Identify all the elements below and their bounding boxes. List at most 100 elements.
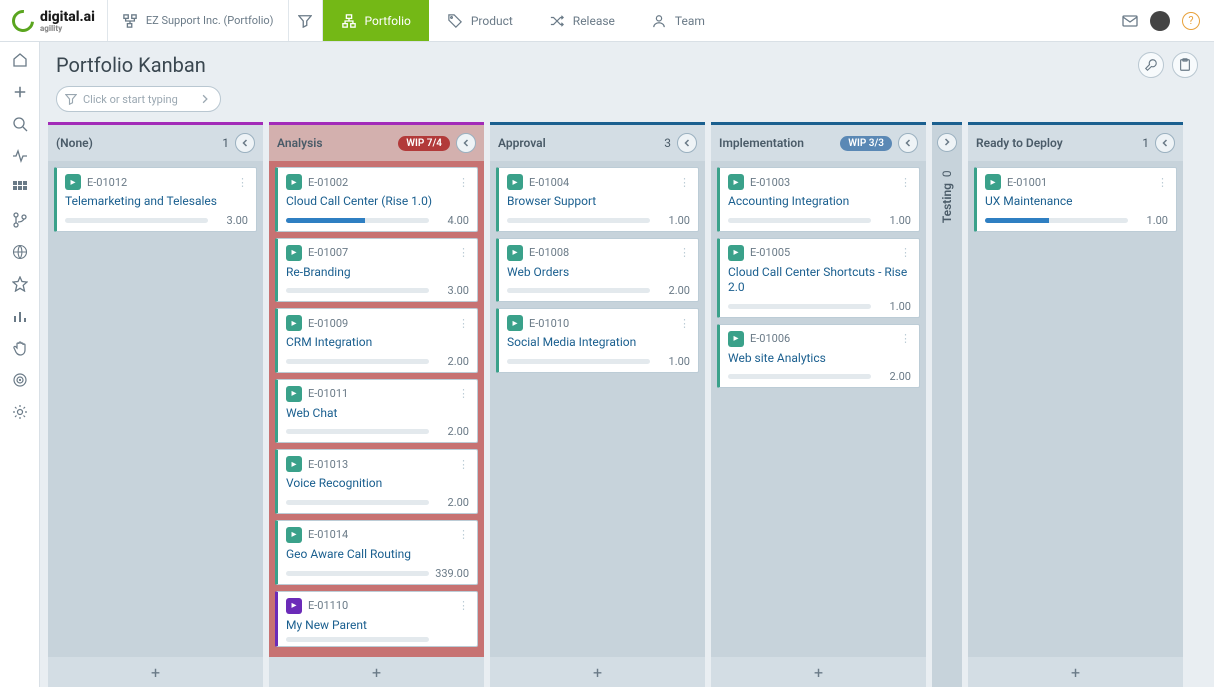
search-icon[interactable] — [12, 116, 28, 132]
card-menu-icon[interactable]: ⋮ — [679, 246, 690, 259]
card-title[interactable]: Social Media Integration — [507, 335, 690, 351]
left-rail — [0, 42, 40, 687]
card-title[interactable]: Voice Recognition — [286, 476, 469, 492]
plus-icon[interactable] — [12, 84, 28, 100]
branch-icon[interactable] — [12, 212, 28, 228]
nav-item-product[interactable]: Product — [429, 0, 531, 41]
card-title[interactable]: Cloud Call Center Shortcuts - Rise 2.0 — [728, 265, 911, 296]
collapse-button[interactable] — [677, 133, 697, 153]
collapse-button[interactable] — [1155, 133, 1175, 153]
kanban-card[interactable]: ▸E-01008⋮Web Orders2.00 — [496, 238, 699, 303]
card-title[interactable]: Accounting Integration — [728, 194, 911, 210]
mail-icon[interactable] — [1122, 13, 1138, 29]
star-icon[interactable] — [12, 276, 28, 292]
card-type-icon: ▸ — [286, 527, 302, 543]
card-title[interactable]: CRM Integration — [286, 335, 469, 351]
expand-button[interactable] — [937, 133, 957, 152]
card-title[interactable]: Cloud Call Center (Rise 1.0) — [286, 194, 469, 210]
wrench-button[interactable] — [1138, 52, 1164, 78]
card-menu-icon[interactable]: ⋮ — [900, 176, 911, 189]
kanban-card[interactable]: ▸E-01006⋮Web site Analytics2.00 — [717, 324, 920, 389]
kanban-card[interactable]: ▸E-01012⋮Telemarketing and Telesales3.00 — [54, 167, 257, 232]
hand-icon[interactable] — [12, 340, 28, 356]
progress-bar — [507, 288, 650, 293]
add-card-button[interactable]: + — [711, 657, 926, 687]
card-menu-icon[interactable]: ⋮ — [900, 246, 911, 259]
avatar[interactable] — [1150, 11, 1170, 31]
card-menu-icon[interactable]: ⋮ — [458, 176, 469, 189]
nav-item-team[interactable]: Team — [633, 0, 723, 41]
card-menu-icon[interactable]: ⋮ — [679, 317, 690, 330]
column-title: Analysis — [277, 136, 323, 150]
progress-bar — [728, 304, 871, 309]
card-score: 1.00 — [656, 214, 690, 227]
kanban-card[interactable]: ▸E-01007⋮Re-Branding3.00 — [275, 238, 478, 303]
gear-icon[interactable] — [12, 404, 28, 420]
card-title[interactable]: Web Orders — [507, 265, 690, 281]
card-title[interactable]: My New Parent — [286, 618, 469, 634]
card-menu-icon[interactable]: ⋮ — [458, 599, 469, 612]
collapse-button[interactable] — [456, 133, 476, 153]
globe-icon[interactable] — [12, 244, 28, 260]
kanban-card[interactable]: ▸E-01110⋮My New Parent — [275, 591, 478, 648]
grid-icon[interactable] — [12, 180, 28, 196]
card-score: 2.00 — [877, 370, 911, 383]
card-menu-icon[interactable]: ⋮ — [679, 176, 690, 189]
kanban-card[interactable]: ▸E-01002⋮Cloud Call Center (Rise 1.0)4.0… — [275, 167, 478, 232]
kanban-card[interactable]: ▸E-01003⋮Accounting Integration1.00 — [717, 167, 920, 232]
card-menu-icon[interactable]: ⋮ — [1157, 176, 1168, 189]
nav-item-portfolio[interactable]: Portfolio — [323, 0, 429, 41]
brand-logo[interactable]: digital.ai agility — [0, 9, 107, 33]
collapse-button[interactable] — [898, 133, 918, 153]
card-menu-icon[interactable]: ⋮ — [458, 387, 469, 400]
nav-item-release[interactable]: Release — [531, 0, 633, 41]
column-header: Approval3 — [490, 125, 705, 161]
breadcrumb-filter-button[interactable] — [289, 0, 323, 41]
kanban-card[interactable]: ▸E-01013⋮Voice Recognition2.00 — [275, 449, 478, 514]
card-menu-icon[interactable]: ⋮ — [237, 176, 248, 189]
filter-bar: Click or start typing — [40, 86, 1214, 122]
kanban-card[interactable]: ▸E-01010⋮Social Media Integration1.00 — [496, 308, 699, 373]
card-menu-icon[interactable]: ⋮ — [458, 458, 469, 471]
card-title[interactable]: Web site Analytics — [728, 351, 911, 367]
kanban-card[interactable]: ▸E-01001⋮UX Maintenance1.00 — [974, 167, 1177, 232]
home-icon[interactable] — [12, 52, 28, 68]
add-card-button[interactable]: + — [269, 657, 484, 687]
add-card-button[interactable]: + — [48, 657, 263, 687]
clipboard-button[interactable] — [1172, 52, 1198, 78]
card-score: 2.00 — [435, 425, 469, 438]
target-icon[interactable] — [12, 372, 28, 388]
hierarchy-icon — [341, 13, 357, 29]
kanban-card[interactable]: ▸E-01011⋮Web Chat2.00 — [275, 379, 478, 444]
pulse-icon[interactable] — [12, 148, 28, 164]
progress-bar — [65, 218, 208, 223]
card-id: E-01110 — [308, 599, 348, 612]
collapse-button[interactable] — [235, 133, 255, 153]
card-title[interactable]: Web Chat — [286, 406, 469, 422]
column: (None)1▸E-01012⋮Telemarketing and Telesa… — [48, 122, 263, 687]
add-card-button[interactable]: + — [490, 657, 705, 687]
topbar-right: ? — [1122, 11, 1214, 31]
card-menu-icon[interactable]: ⋮ — [458, 528, 469, 541]
breadcrumb[interactable]: EZ Support Inc. (Portfolio) — [107, 0, 289, 41]
card-title[interactable]: Telemarketing and Telesales — [65, 194, 248, 210]
progress-bar — [507, 359, 650, 364]
kanban-card[interactable]: ▸E-01009⋮CRM Integration2.00 — [275, 308, 478, 373]
kanban-card[interactable]: ▸E-01004⋮Browser Support1.00 — [496, 167, 699, 232]
card-title[interactable]: UX Maintenance — [985, 194, 1168, 210]
card-title[interactable]: Geo Aware Call Routing — [286, 547, 469, 563]
column-count: 1 — [1142, 136, 1149, 150]
card-type-icon: ▸ — [507, 174, 523, 190]
add-card-button[interactable]: + — [968, 657, 1183, 687]
card-menu-icon[interactable]: ⋮ — [458, 246, 469, 259]
help-icon[interactable]: ? — [1182, 12, 1200, 30]
card-title[interactable]: Re-Branding — [286, 265, 469, 281]
bars-icon[interactable] — [12, 308, 28, 324]
kanban-card[interactable]: ▸E-01014⋮Geo Aware Call Routing339.00 — [275, 520, 478, 585]
kanban-card[interactable]: ▸E-01005⋮Cloud Call Center Shortcuts - R… — [717, 238, 920, 318]
card-type-icon: ▸ — [286, 315, 302, 331]
card-menu-icon[interactable]: ⋮ — [900, 332, 911, 345]
filter-input[interactable]: Click or start typing — [56, 86, 221, 112]
card-menu-icon[interactable]: ⋮ — [458, 317, 469, 330]
card-title[interactable]: Browser Support — [507, 194, 690, 210]
